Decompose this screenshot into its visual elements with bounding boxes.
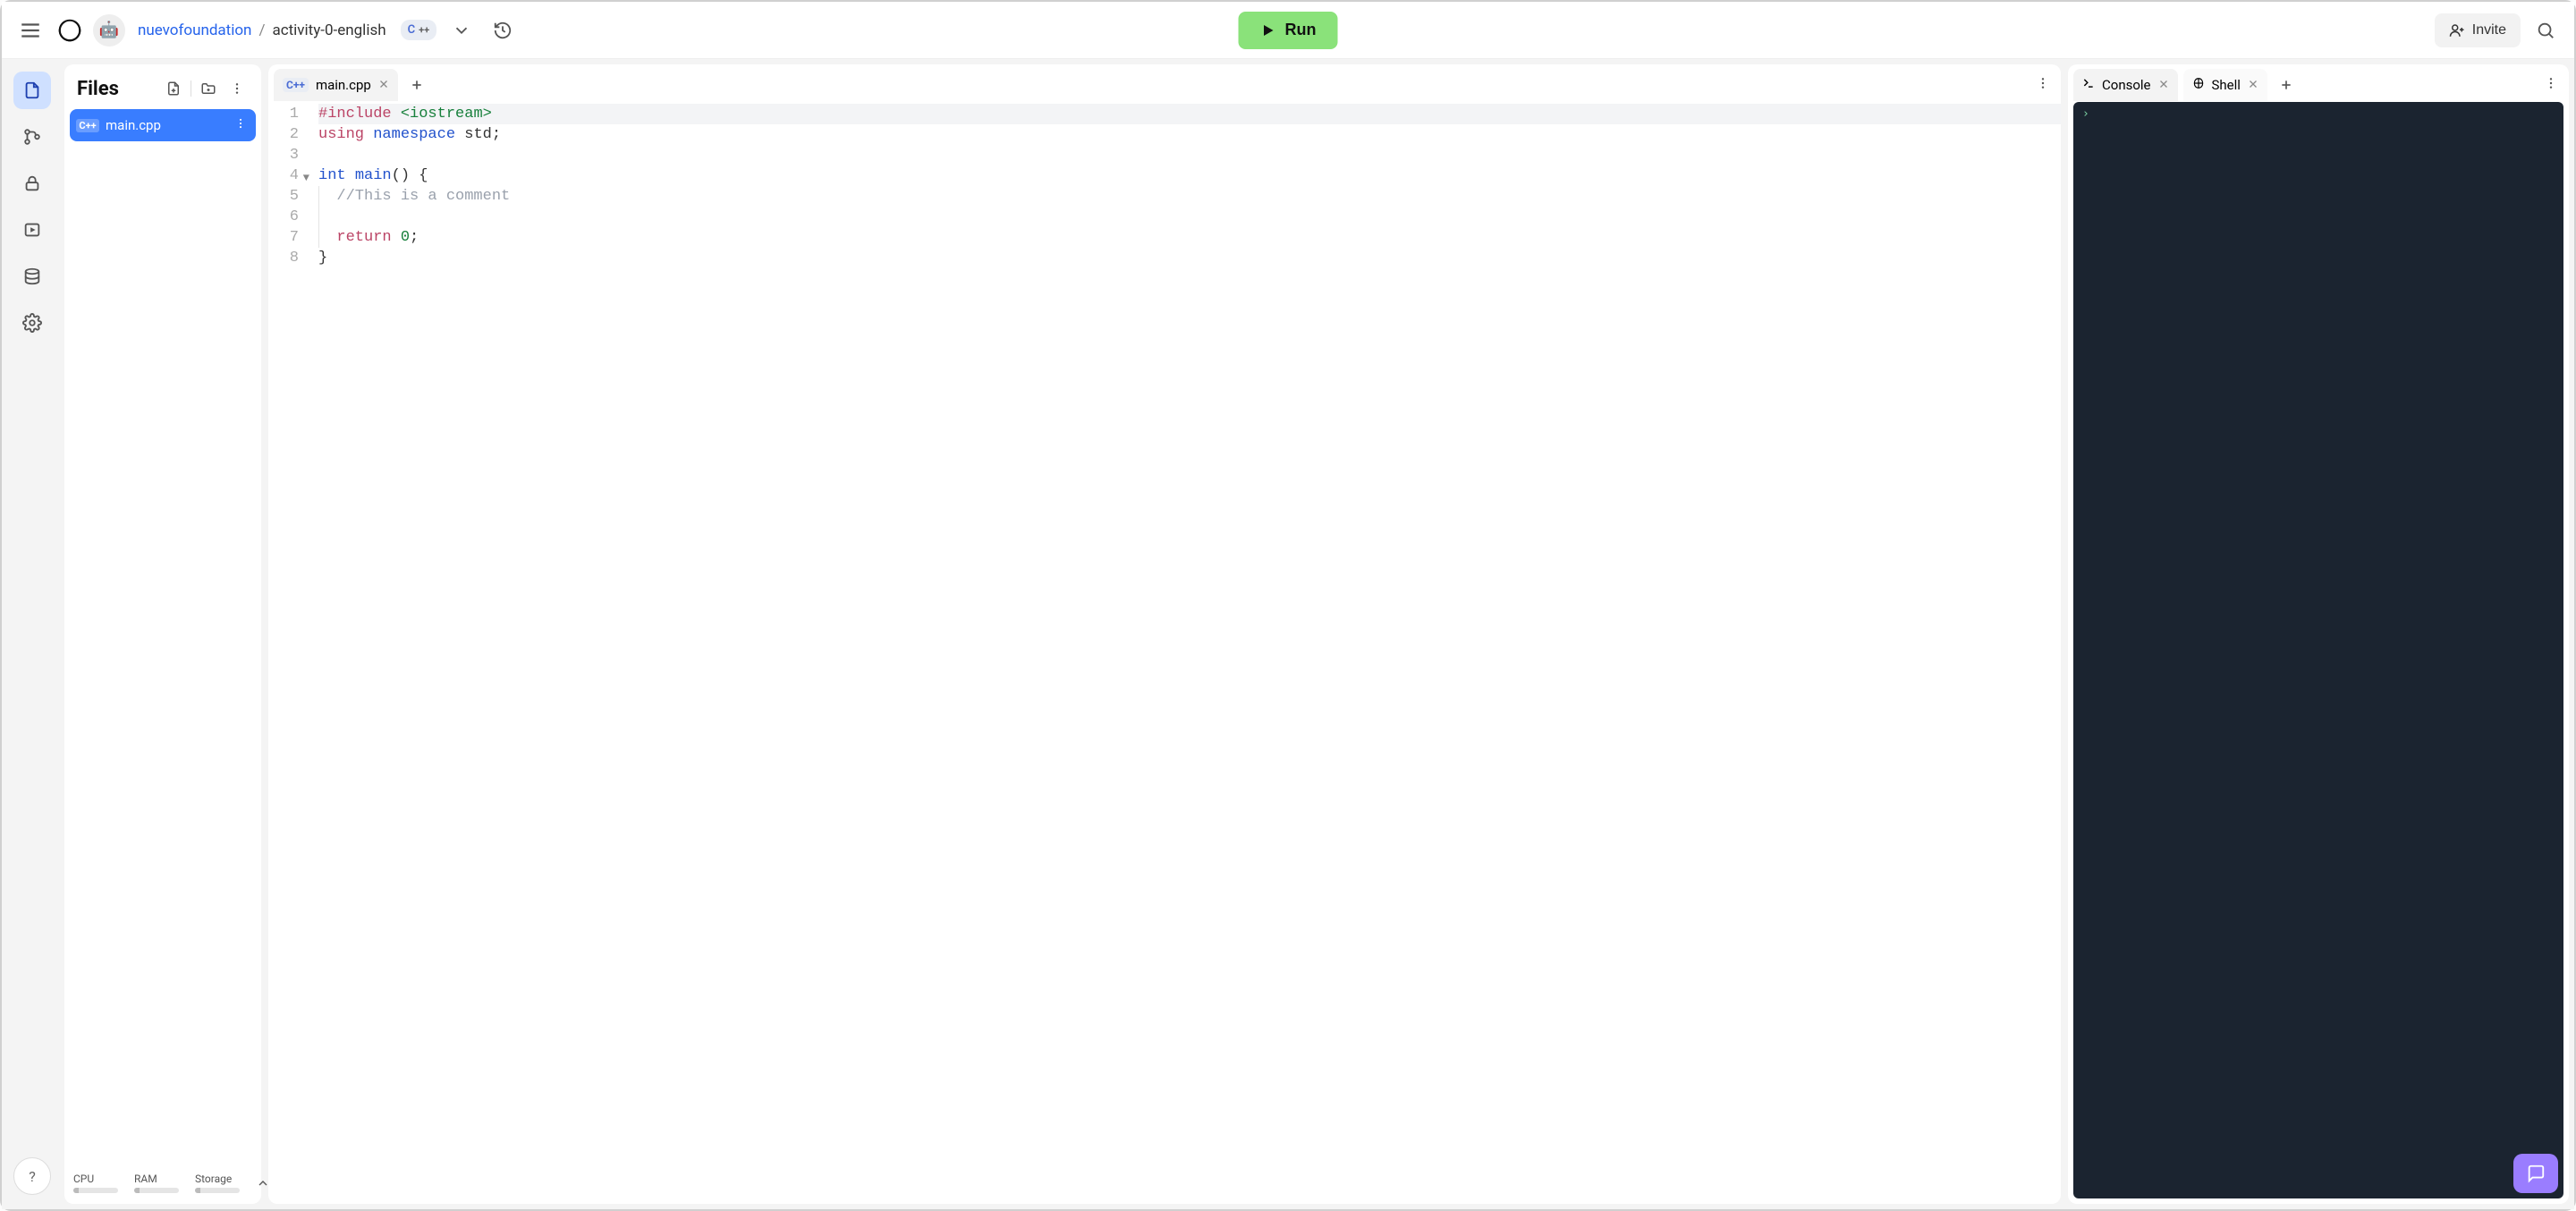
editor-panel: C++ main.cpp 1234▼5678 #include <iostrea… <box>268 64 2061 1204</box>
run-button[interactable]: Run <box>1239 12 1338 49</box>
run-button-label: Run <box>1285 21 1317 39</box>
tab-label: main.cpp <box>316 77 371 93</box>
chat-button[interactable] <box>2513 1154 2558 1193</box>
breadcrumb: nuevofoundation / activity-0-english <box>138 21 386 39</box>
editor-menu-icon[interactable] <box>2036 76 2050 94</box>
main: ? Files C++ main.cpp CPU <box>2 59 2574 1209</box>
rail-debugger-icon[interactable] <box>13 211 51 249</box>
terminal-output[interactable]: › <box>2073 102 2563 1198</box>
ram-label: RAM <box>134 1173 179 1185</box>
files-panel: Files C++ main.cpp CPU <box>64 64 261 1204</box>
storage-label: Storage <box>195 1173 240 1185</box>
language-badge[interactable]: C++ <box>401 20 437 40</box>
rail-files-icon[interactable] <box>13 72 51 109</box>
files-title: Files <box>77 78 157 100</box>
console-menu-icon[interactable] <box>2544 76 2558 94</box>
file-item-main-cpp[interactable]: C++ main.cpp <box>70 109 256 141</box>
files-menu-icon[interactable] <box>225 77 249 100</box>
file-item-label: main.cpp <box>106 117 161 133</box>
menu-icon[interactable] <box>14 14 47 47</box>
rail-git-icon[interactable] <box>13 118 51 156</box>
side-rail: ? <box>7 64 57 1204</box>
breadcrumb-owner[interactable]: nuevofoundation <box>138 21 251 39</box>
ram-bar <box>134 1188 179 1193</box>
new-folder-icon[interactable] <box>197 77 220 100</box>
header: 🤖 nuevofoundation / activity-0-english C… <box>2 2 2574 59</box>
storage-bar <box>195 1188 240 1193</box>
close-console-icon[interactable] <box>2158 77 2169 93</box>
rail-settings-icon[interactable] <box>13 304 51 342</box>
help-icon[interactable]: ? <box>13 1157 51 1195</box>
breadcrumb-repo: activity-0-english <box>272 21 386 39</box>
search-icon[interactable] <box>2529 14 2562 47</box>
new-file-icon[interactable] <box>162 77 185 100</box>
console-panel: Console Shell › <box>2068 64 2569 1204</box>
close-shell-icon[interactable] <box>2248 77 2258 93</box>
cpp-tab-icon: C++ <box>283 78 309 92</box>
rail-database-icon[interactable] <box>13 258 51 295</box>
replit-logo-icon[interactable] <box>55 16 84 45</box>
files-header: Files <box>70 72 256 109</box>
invite-button-label: Invite <box>2472 22 2506 38</box>
resource-stats: CPU RAM Storage <box>70 1167 256 1197</box>
file-item-menu-icon[interactable] <box>234 117 247 133</box>
code-editor[interactable]: 1234▼5678 #include <iostream>using names… <box>268 102 2061 1204</box>
editor-tabs: C++ main.cpp <box>268 64 2061 102</box>
shell-tab-label: Shell <box>2212 77 2241 93</box>
add-tab-icon[interactable] <box>403 72 430 98</box>
shell-icon <box>2192 77 2205 93</box>
tab-shell[interactable]: Shell <box>2183 69 2267 101</box>
console-tabs: Console Shell <box>2068 64 2569 102</box>
storage-stat: Storage <box>195 1173 240 1193</box>
line-gutter: 1234▼5678 <box>268 104 304 1204</box>
terminal-prompt: › <box>2082 107 2089 121</box>
close-tab-icon[interactable] <box>378 77 389 93</box>
console-tab-label: Console <box>2102 77 2151 93</box>
terminal-icon <box>2082 77 2095 93</box>
add-console-tab-icon[interactable] <box>2273 72 2300 98</box>
cpu-stat: CPU <box>73 1173 118 1193</box>
user-avatar[interactable]: 🤖 <box>93 14 125 47</box>
history-icon[interactable] <box>487 14 519 47</box>
ram-stat: RAM <box>134 1173 179 1193</box>
code-content[interactable]: #include <iostream>using namespace std;i… <box>304 104 2061 1204</box>
cpu-label: CPU <box>73 1173 118 1185</box>
header-right: Invite <box>2435 13 2562 47</box>
tab-console[interactable]: Console <box>2073 69 2178 101</box>
cpu-bar <box>73 1188 118 1193</box>
breadcrumb-sep: / <box>258 21 265 39</box>
tab-main-cpp[interactable]: C++ main.cpp <box>274 69 398 101</box>
chevron-down-icon[interactable] <box>445 14 478 47</box>
avatar-emoji: 🤖 <box>99 21 119 39</box>
header-left: 🤖 nuevofoundation / activity-0-english C… <box>14 14 519 47</box>
invite-button[interactable]: Invite <box>2435 13 2521 47</box>
rail-lock-icon[interactable] <box>13 165 51 202</box>
cpp-file-icon: C++ <box>79 116 97 134</box>
